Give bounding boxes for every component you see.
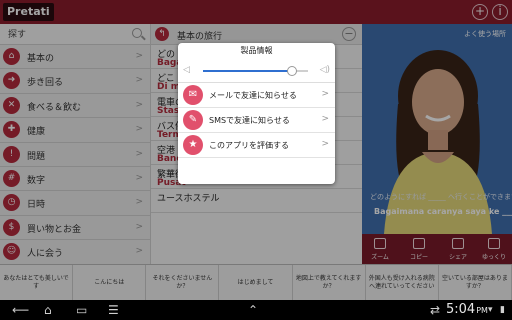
home-icon[interactable]: ⌂: [44, 303, 52, 317]
volume-slider-thumb[interactable]: [287, 66, 298, 76]
product-info-dialog: 製品情報 ◁ ◁) ✉ メールで友達に知らせる > ✎ SMSで友達に知らせる > ★ こ…: [178, 43, 335, 184]
dialog-item-label: このアプリを評価する: [209, 141, 289, 150]
chevron-right-icon: >: [321, 89, 329, 99]
chevron-right-icon: >: [321, 114, 329, 124]
star-icon: ★: [183, 135, 203, 155]
wifi-icon: ▾: [488, 305, 493, 315]
back-icon[interactable]: ⟵: [12, 303, 29, 317]
dialog-item-label: SMSで友達に知らせる: [209, 116, 290, 125]
mail-icon: ✉: [183, 85, 203, 105]
recent-apps-icon[interactable]: ▭: [76, 303, 87, 317]
system-navbar: ⟵ ⌂ ▭ ☰ ⌃ ⇄ 5:04PM ▾ ▮: [0, 300, 512, 320]
rate-app-item[interactable]: ★ このアプリを評価する >: [178, 133, 335, 158]
volume-slider[interactable]: [203, 66, 308, 76]
share-sms-item[interactable]: ✎ SMSで友達に知らせる >: [178, 108, 335, 133]
dialog-item-label: メールで友達に知らせる: [209, 91, 297, 100]
menu-icon[interactable]: ☰: [108, 303, 119, 317]
battery-icon: ▮: [500, 305, 505, 315]
clock-period: PM: [476, 306, 488, 315]
notification-icon[interactable]: ⇄: [430, 303, 440, 317]
status-clock: 5:04PM: [446, 302, 488, 317]
share-mail-item[interactable]: ✉ メールで友達に知らせる >: [178, 83, 335, 108]
chevron-right-icon: >: [321, 139, 329, 149]
volume-high-icon: ◁): [319, 65, 330, 75]
volume-low-icon: ◁: [183, 65, 190, 75]
chevron-up-icon[interactable]: ⌃: [248, 303, 258, 317]
dialog-title: 製品情報: [240, 46, 273, 55]
clock-time: 5:04: [446, 302, 476, 317]
volume-slider-fill: [203, 70, 293, 72]
volume-control: ◁ ◁): [178, 59, 335, 83]
sms-icon: ✎: [183, 110, 203, 130]
